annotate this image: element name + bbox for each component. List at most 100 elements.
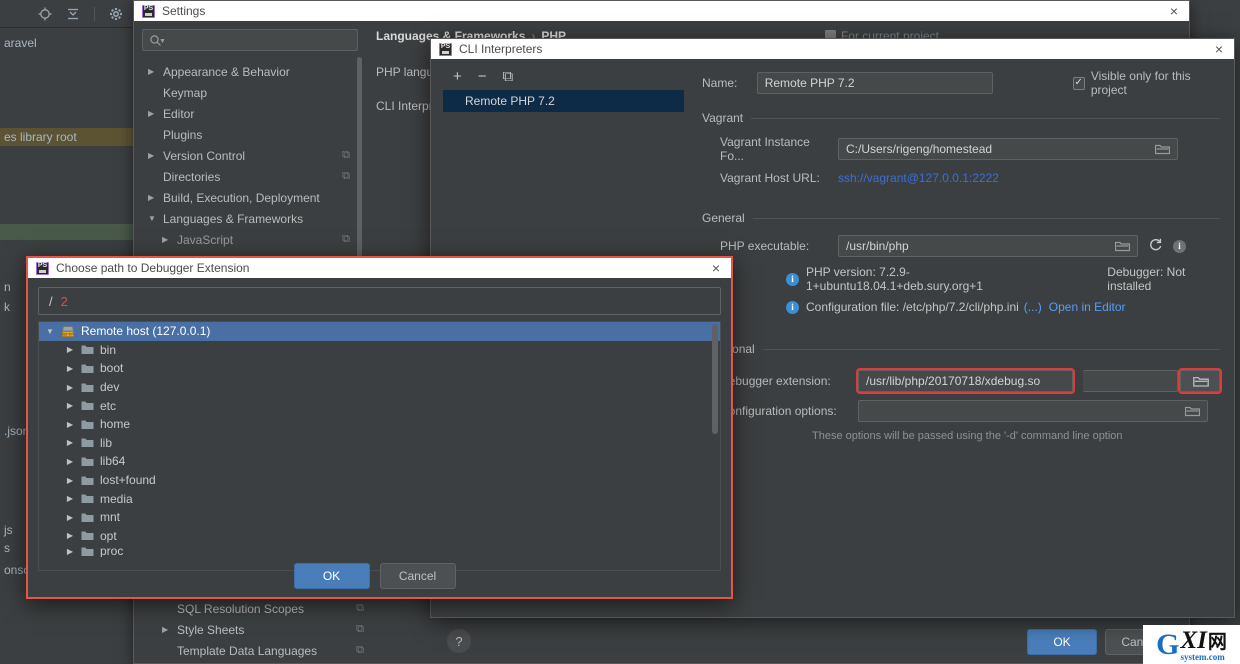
file-tree-item[interactable]: ▶ media — [39, 489, 720, 508]
settings-item-label: Version Control — [163, 148, 246, 163]
browse-folder-icon[interactable] — [1115, 240, 1130, 252]
gear-icon[interactable] — [109, 7, 123, 21]
expand-arrow-icon[interactable]: ▶ — [65, 476, 75, 485]
info-icon[interactable]: i — [1173, 239, 1186, 253]
file-tree-item[interactable]: ▶ boot — [39, 359, 720, 378]
settings-item-version-control[interactable]: ▶ Version Control ⧉ — [142, 145, 358, 166]
settings-ok-button[interactable]: OK — [1027, 629, 1097, 655]
settings-item-label: SQL Resolution Scopes — [177, 601, 304, 616]
debugger-extension-input-tail[interactable] — [1083, 370, 1178, 392]
close-icon[interactable]: × — [709, 261, 723, 275]
expand-arrow-icon[interactable]: ▶ — [65, 364, 75, 373]
file-tree-item-label: lost+found — [100, 473, 156, 488]
file-tree-scrollbar[interactable] — [712, 324, 718, 434]
folder-icon — [81, 493, 94, 504]
file-tree-item-label: lib64 — [100, 454, 126, 469]
file-tree-item[interactable]: ▶ proc — [39, 545, 720, 557]
configuration-options-input[interactable] — [858, 400, 1208, 422]
refresh-icon[interactable] — [1148, 237, 1163, 255]
settings-item-keymap[interactable]: Keymap — [142, 82, 358, 103]
settings-title-bar: Settings × — [134, 1, 1189, 21]
close-icon[interactable]: × — [1212, 42, 1226, 56]
file-tree-item[interactable]: ▶ mnt — [39, 508, 720, 527]
expand-arrow-icon[interactable]: ▶ — [148, 67, 158, 76]
file-tree-root-label: Remote host (127.0.0.1) — [81, 324, 211, 339]
phpstorm-icon — [36, 261, 49, 275]
file-tree-item[interactable]: ▶ home — [39, 415, 720, 434]
copy-interpreter-button[interactable]: ⧉ — [503, 69, 514, 84]
collapse-arrow-icon[interactable]: ▼ — [45, 327, 55, 336]
file-tree-root[interactable]: ▼ SFTP Remote host (127.0.0.1) — [39, 322, 720, 341]
expand-arrow-icon[interactable]: ▶ — [148, 193, 158, 202]
settings-item-editor[interactable]: ▶ Editor — [142, 103, 358, 124]
search-input[interactable]: ▼ — [142, 29, 358, 51]
expand-arrow-icon[interactable]: ▶ — [65, 438, 75, 447]
expand-arrow-icon[interactable]: ▶ — [162, 235, 172, 244]
interpreter-list[interactable]: Remote PHP 7.2 — [443, 90, 684, 112]
chevron-down-icon[interactable]: ▼ — [159, 38, 166, 45]
path-input[interactable]: / 2 — [38, 287, 721, 315]
visible-only-checkbox[interactable]: ✓ Visible only for this project — [1072, 69, 1220, 97]
name-label: Name: — [702, 76, 738, 90]
settings-item-languages-frameworks[interactable]: ▼ Languages & Frameworks — [142, 208, 358, 229]
file-tree-item[interactable]: ▶ etc — [39, 396, 720, 415]
choose-path-ok-button[interactable]: OK — [293, 563, 370, 589]
settings-item-build-execution-deployment[interactable]: ▶ Build, Execution, Deployment — [142, 187, 358, 208]
file-tree-item[interactable]: ▶ opt — [39, 527, 720, 546]
category-scrollbar[interactable] — [357, 57, 362, 257]
close-icon[interactable]: × — [1167, 4, 1181, 18]
settings-item-plugins[interactable]: Plugins — [142, 124, 358, 145]
collapse-arrow-icon[interactable]: ▼ — [148, 214, 158, 223]
debugger-extension-input[interactable]: /usr/lib/php/20170718/xdebug.so — [856, 368, 1075, 394]
browse-folder-icon[interactable] — [1185, 405, 1200, 417]
expand-arrow-icon[interactable]: ▶ — [65, 345, 75, 354]
folder-icon — [81, 363, 94, 374]
remove-interpreter-button[interactable]: − — [478, 69, 487, 84]
collapse-all-icon[interactable] — [66, 7, 80, 21]
choose-path-cancel-button[interactable]: Cancel — [379, 563, 456, 589]
checkbox-check-icon: ✓ — [1072, 76, 1085, 90]
expand-arrow-icon[interactable]: ▶ — [65, 420, 75, 429]
watermark-logo: G XI 网 system.com — [1143, 625, 1240, 664]
config-file-ellipsis[interactable]: (...) — [1024, 300, 1042, 314]
project-fragment: s — [4, 541, 10, 555]
choose-path-dialog: Choose path to Debugger Extension × / 2 … — [26, 256, 733, 599]
settings-item-javascript[interactable]: ▶ JavaScript ⧉ — [142, 229, 358, 250]
expand-arrow-icon[interactable]: ▶ — [65, 383, 75, 392]
target-icon[interactable] — [38, 7, 52, 21]
file-tree-item[interactable]: ▶ bin — [39, 341, 720, 360]
expand-arrow-icon[interactable]: ▶ — [65, 513, 75, 522]
php-executable-input[interactable]: /usr/bin/php — [838, 235, 1138, 257]
add-interpreter-button[interactable]: + — [453, 69, 462, 84]
remote-file-tree[interactable]: ▼ SFTP Remote host (127.0.0.1) ▶ bin ▶ boo… — [38, 321, 721, 571]
project-scope-icon: ⧉ — [342, 170, 350, 182]
name-field-row: Name: Remote PHP 7.2 ✓ Visible only for … — [702, 69, 1220, 97]
expand-arrow-icon[interactable]: ▶ — [65, 547, 75, 556]
vagrant-host-url-value[interactable]: ssh://vagrant@127.0.0.1:2222 — [838, 171, 999, 185]
name-input[interactable]: Remote PHP 7.2 — [756, 72, 993, 94]
help-button[interactable]: ? — [447, 629, 471, 653]
file-tree-item[interactable]: ▶ lib — [39, 434, 720, 453]
project-fragment: .json — [4, 424, 30, 438]
file-tree-item[interactable]: ▶ lib64 — [39, 452, 720, 471]
debugger-extension-browse-button[interactable] — [1178, 368, 1222, 394]
settings-item-appearance[interactable]: ▶ Appearance & Behavior — [142, 61, 358, 82]
expand-arrow-icon[interactable]: ▶ — [65, 401, 75, 410]
interpreter-list-toolbar: + − ⧉ — [431, 69, 694, 90]
interpreter-item-remote-php[interactable]: Remote PHP 7.2 — [443, 90, 684, 112]
expand-arrow-icon[interactable]: ▶ — [65, 457, 75, 466]
browse-folder-icon[interactable] — [1155, 143, 1170, 155]
file-tree-item[interactable]: ▶ dev — [39, 378, 720, 397]
php-executable-label: PHP executable: — [720, 239, 810, 253]
settings-item-sql-resolution-scopes[interactable]: SQL Resolution Scopes ⧉ — [142, 598, 372, 619]
vagrant-instance-folder-input[interactable]: C:/Users/rigeng/homestead — [838, 138, 1178, 160]
expand-arrow-icon[interactable]: ▶ — [148, 109, 158, 118]
open-in-editor-link[interactable]: Open in Editor — [1049, 300, 1126, 314]
file-tree-item[interactable]: ▶ lost+found — [39, 471, 720, 490]
expand-arrow-icon[interactable]: ▶ — [65, 531, 75, 540]
settings-item-directories[interactable]: Directories ⧉ — [142, 166, 358, 187]
browse-folder-icon[interactable] — [1192, 375, 1209, 387]
expand-arrow-icon[interactable]: ▶ — [65, 494, 75, 503]
expand-arrow-icon[interactable]: ▶ — [148, 151, 158, 160]
file-tree-item-label: etc — [100, 398, 117, 413]
